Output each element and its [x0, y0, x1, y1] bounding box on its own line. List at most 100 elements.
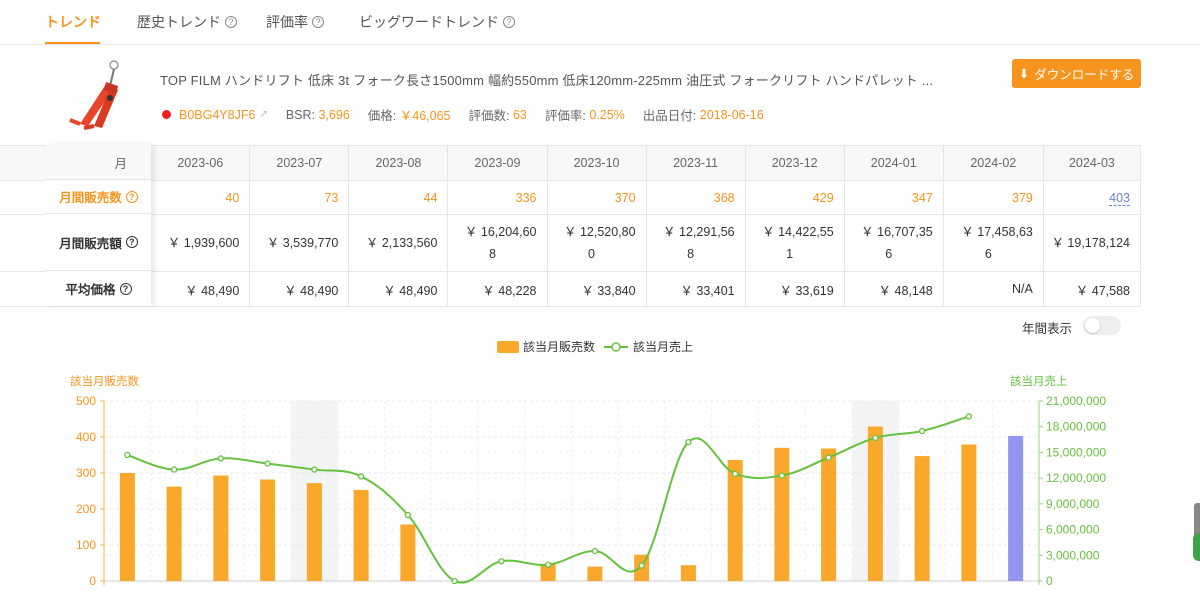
units-value: 370	[614, 190, 636, 205]
units-cell: 44	[348, 180, 449, 215]
month-cell: 2024-02	[942, 145, 1044, 181]
sales-value: ￥ 16,204,60	[464, 225, 537, 239]
avg-price-cell: ￥ 33,619	[744, 271, 845, 307]
revenue-point	[731, 470, 739, 478]
units-value: 73	[324, 190, 339, 205]
tab-bigword-trend-label: ビッグワードトレンド	[359, 14, 499, 30]
revenue-point	[311, 466, 318, 473]
product-image[interactable]	[66, 58, 136, 130]
revenue-point	[264, 460, 271, 467]
units-cell: 429	[744, 180, 845, 215]
revenue-point	[778, 472, 786, 479]
avg-price-cell: ￥ 48,490	[348, 271, 449, 307]
y2-tick-label: 15,000,000	[1046, 445, 1106, 459]
units-cell: 368	[645, 180, 746, 215]
bar	[727, 460, 743, 581]
avg-price-cell: ￥ 33,840	[546, 271, 647, 307]
avg-price-cell: ￥ 33,401	[645, 271, 746, 307]
tab-bigword-trend[interactable]: ビッグワードトレンド ?	[359, 12, 515, 32]
revenue-point	[357, 473, 365, 480]
price-value: ￥46,065	[399, 109, 451, 123]
units-header-label: 月間販売数	[59, 191, 122, 205]
units-value: 336	[515, 190, 537, 205]
sales-value: ￥ 12,291,56	[663, 225, 735, 239]
y-tick-label: 100	[76, 538, 96, 552]
reviews-value: 63	[512, 107, 527, 122]
sales-cell: ￥ 19,178,124	[1042, 214, 1142, 272]
row-header-spacer	[0, 214, 50, 272]
sales-cell: ￥ 3,539,770	[249, 214, 350, 272]
bar	[1008, 435, 1024, 581]
avg-price-cell: ￥ 48,490	[249, 271, 350, 307]
revenue-line	[127, 415, 970, 584]
units-cell: 40	[150, 180, 251, 215]
help-icon[interactable]: ?	[503, 16, 515, 28]
y2-tick-label: 6,000,000	[1046, 523, 1100, 537]
sales-cell: ￥ 16,204,60 8	[447, 214, 548, 272]
bar	[961, 444, 977, 581]
units-link[interactable]: 403	[1109, 190, 1130, 206]
bar	[774, 447, 790, 581]
units-cell: 370	[546, 180, 647, 215]
y2-tick-label: 12,000,000	[1046, 471, 1106, 485]
revenue-point	[965, 413, 973, 420]
bar	[914, 456, 930, 581]
row-header-column: 月 月間販売数 ? 月間販売額 ? 平均価格 ?	[46, 145, 151, 306]
help-icon[interactable]: ?	[225, 16, 237, 28]
y2-tick-label: 3,000,000	[1046, 548, 1100, 562]
status-dot-icon	[162, 110, 171, 119]
month-header: 月	[46, 145, 151, 180]
y-tick-label: 400	[76, 430, 96, 444]
month-cell: 2023-07	[249, 145, 350, 181]
units-value: 429	[812, 190, 834, 205]
help-icon[interactable]: ?	[119, 282, 132, 295]
bar	[821, 448, 837, 581]
revenue-point	[217, 455, 225, 462]
help-icon[interactable]: ?	[125, 190, 138, 203]
rating-rate-label: 評価率:	[544, 109, 586, 123]
sales-cell: ￥ 12,291,56 8	[645, 214, 746, 272]
external-link-icon[interactable]: ↗	[259, 109, 267, 120]
help-icon[interactable]: ?	[125, 236, 138, 248]
legend-line-marker	[611, 342, 621, 352]
avg-price-header: 平均価格 ?	[46, 271, 151, 306]
legend-label-units: 該当月販売数	[523, 339, 595, 354]
product-title[interactable]: TOP FILM ハンドリフト 低床 3t フォーク長さ1500mm 幅約550…	[160, 70, 933, 89]
sales-value-wrap: 8	[488, 247, 496, 261]
tab-history-trend[interactable]: 歴史トレンド ?	[137, 12, 237, 32]
tab-trend[interactable]: トレンド	[45, 12, 101, 32]
active-tab-indicator	[45, 42, 100, 44]
avg-price-cell: ￥ 48,148	[843, 271, 944, 307]
bar	[680, 565, 696, 581]
legend-bar-swatch	[497, 341, 519, 353]
avg-price-header-label: 平均価格	[65, 283, 116, 297]
revenue-point	[124, 451, 131, 459]
side-widget-icon[interactable]	[1193, 533, 1200, 561]
sales-value: ￥ 1,939,600	[167, 236, 240, 250]
asin-link[interactable]: B0BG4Y8JF6	[179, 108, 255, 122]
units-cell: 336	[447, 180, 548, 215]
revenue-point	[404, 511, 412, 519]
download-icon: ⬇	[1018, 67, 1030, 81]
sales-cell: ￥ 1,939,600	[150, 214, 251, 272]
y2-tick-label: 0	[1046, 574, 1053, 588]
bar	[166, 486, 182, 581]
tab-rating-rate[interactable]: 評価率 ?	[266, 12, 324, 32]
units-cell[interactable]: 403	[1042, 180, 1142, 215]
download-button[interactable]: ⬇ ダウンロードする	[1012, 59, 1141, 88]
month-cell: 2023-12	[744, 145, 845, 181]
sales-value-wrap: 6	[885, 247, 893, 261]
y2-tick-label: 9,000,000	[1046, 497, 1100, 511]
avg-price-cell: ￥ 48,490	[150, 271, 251, 307]
bar	[119, 473, 135, 581]
sales-value-wrap: 1	[786, 247, 794, 261]
units-cell: 347	[843, 180, 944, 215]
rating-rate-value: 0.25%	[589, 107, 625, 122]
sales-value: ￥ 19,178,124	[1051, 236, 1130, 250]
sales-value: ￥ 16,707,35	[861, 225, 933, 239]
help-icon[interactable]: ?	[312, 16, 324, 28]
reviews-label: 評価数:	[468, 109, 510, 123]
revenue-point	[170, 466, 178, 473]
sales-header-label: 月間販売額	[59, 236, 122, 251]
sales-value: ￥ 17,458,63	[961, 225, 1033, 239]
